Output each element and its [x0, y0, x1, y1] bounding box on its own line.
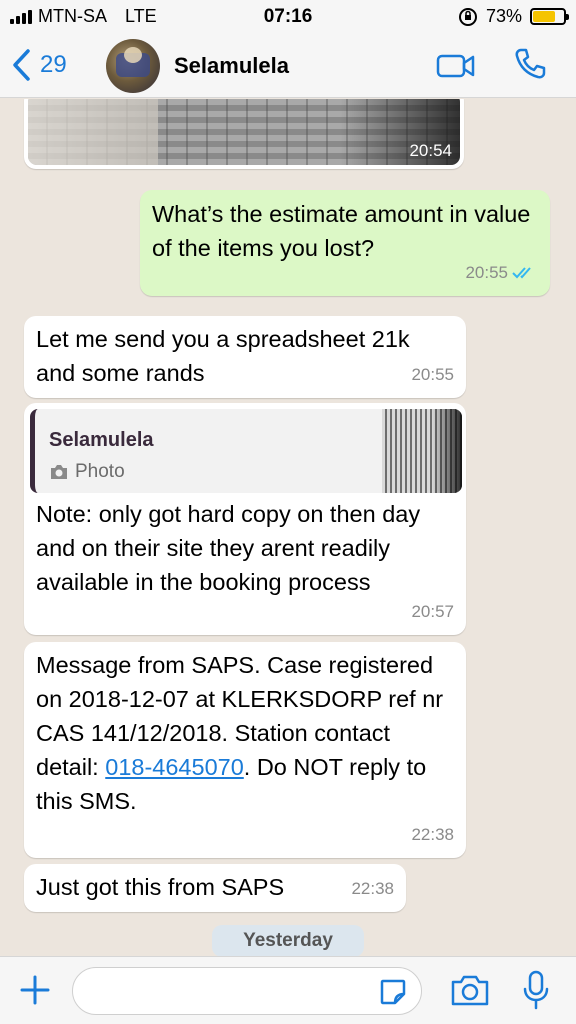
photo-thumbnail[interactable] — [28, 99, 460, 165]
message-text: Message from SAPS. Case registered on 20… — [36, 648, 456, 818]
camera-icon — [51, 465, 67, 479]
outgoing-message[interactable]: What’s the estimate amount in value of t… — [140, 190, 550, 296]
phone-link[interactable]: 018-4645070 — [105, 754, 244, 780]
message-text: Let me send you a spreadsheet 21k and so… — [36, 326, 410, 386]
quoted-author: Selamulela — [49, 429, 154, 451]
message-time: 22:38 — [411, 825, 454, 844]
microphone-icon[interactable] — [520, 969, 552, 1011]
double-check-icon — [512, 267, 531, 279]
message-meta: 20:55 — [411, 358, 454, 392]
image-message[interactable]: 20:54 — [24, 99, 464, 169]
message-text: Note: only got hard copy on then day and… — [36, 501, 421, 595]
input-bar — [0, 956, 576, 1024]
message-time: 20:57 — [411, 602, 454, 621]
message-time: 20:55 — [411, 365, 454, 384]
quoted-type-label: Photo — [75, 461, 125, 482]
battery-percent: 73% — [485, 6, 522, 26]
phone-call-icon[interactable] — [512, 46, 548, 82]
battery-icon — [530, 8, 569, 25]
incoming-message[interactable]: Let me send you a spreadsheet 21k and so… — [24, 316, 466, 398]
reply-message[interactable]: Selamulela Photo Note: only got hard cop… — [24, 403, 466, 635]
back-button[interactable]: 29 — [10, 48, 67, 82]
date-separator: Yesterday — [212, 925, 364, 956]
message-time: 20:55 — [465, 263, 508, 282]
battery-fill — [533, 11, 555, 22]
video-call-icon[interactable] — [436, 52, 476, 80]
plus-icon[interactable] — [18, 973, 52, 1007]
incoming-message[interactable]: Message from SAPS. Case registered on 20… — [24, 642, 466, 858]
avatar[interactable] — [106, 39, 160, 93]
message-meta: 20:55 — [465, 256, 538, 290]
message-meta: 22:38 — [411, 818, 454, 852]
quoted-message[interactable]: Selamulela Photo — [30, 409, 462, 493]
chevron-left-icon — [13, 49, 30, 81]
message-meta: 20:57 — [411, 595, 454, 629]
quoted-type: Photo — [49, 455, 125, 489]
camera-icon[interactable] — [450, 973, 490, 1007]
contact-name[interactable]: Selamulela — [174, 53, 289, 79]
chat-area[interactable]: 20:54 What’s the estimate amount in valu… — [0, 99, 576, 956]
unread-count: 29 — [40, 51, 67, 78]
message-meta: 22:38 — [351, 872, 394, 906]
message-time: 22:38 — [351, 879, 394, 898]
quoted-photo-thumbnail — [382, 409, 462, 493]
status-right: 73% — [458, 6, 569, 27]
message-input[interactable] — [72, 967, 422, 1015]
message-text: Just got this from SAPS — [36, 874, 285, 900]
incoming-message[interactable]: Just got this from SAPS 22:38 — [24, 864, 406, 912]
message-time: 20:54 — [409, 141, 452, 160]
message-text: What’s the estimate amount in value of t… — [152, 201, 531, 261]
chat-header: 29 Selamulela — [0, 34, 576, 98]
status-bar: MTN-SA LTE 07:16 73% — [0, 0, 576, 34]
sticker-icon[interactable] — [378, 977, 408, 1007]
orientation-lock-icon — [458, 7, 477, 26]
